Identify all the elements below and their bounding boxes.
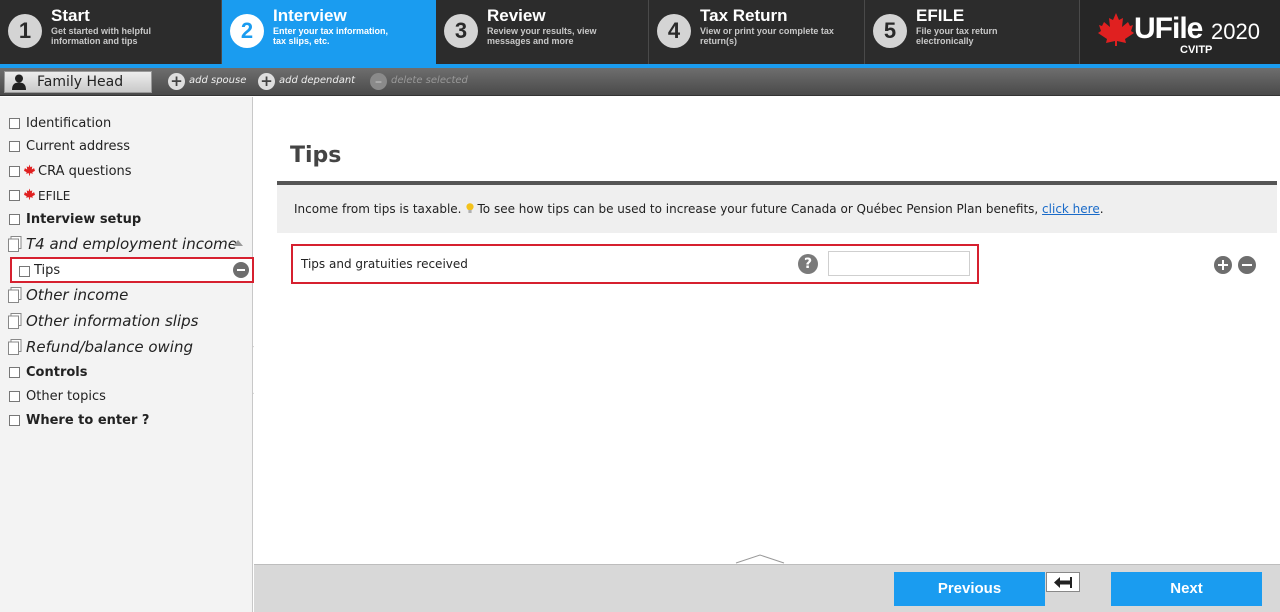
step-description: Enter your tax information, tax slips, e… [273,26,389,46]
step-review[interactable]: 3 Review Review your results, view messa… [436,0,649,64]
checkbox-icon [9,118,20,129]
back-button[interactable] [1046,572,1080,592]
maple-leaf-icon [24,188,35,200]
ufile-logo: UFile 2020 CVITP [1080,0,1280,64]
checkbox-icon [9,415,20,426]
step-title: Start [51,6,90,25]
checkbox-icon [19,266,30,277]
sidebar-item-label: T4 and employment income [26,235,237,253]
family-head-tab[interactable]: Family Head [4,71,152,93]
info-text-rest: To see how tips can be used to increase … [477,202,1039,216]
step-title: Interview [273,6,347,25]
remove-tips-icon[interactable] [233,262,249,278]
expand-panel-chevron-icon[interactable] [735,554,785,564]
add-spouse-label: add spouse [189,75,247,86]
remove-item-button[interactable] [1238,256,1256,274]
plus-icon: + [168,73,185,90]
step-description: Get started with helpful information and… [51,26,152,46]
info-text-end: . [1099,202,1104,216]
person-icon [12,74,26,90]
maple-leaf-icon [1098,13,1134,46]
document-stack-icon [8,236,22,252]
checkbox-icon [9,214,20,225]
step-title: Tax Return [700,6,788,25]
step-efile[interactable]: 5 EFILE File your tax return electronica… [865,0,1080,64]
checkbox-icon [9,166,20,177]
tips-gratuities-row: Tips and gratuities received ? [291,244,979,284]
step-number: 1 [8,14,42,48]
main-content: Tips Income from tips is taxable. To see … [254,97,1280,564]
step-description: Review your results, view messages and m… [487,26,597,46]
sidebar-item-label: Tips [34,263,61,278]
sidebar-item-label: Controls [26,365,88,380]
minus-icon: – [370,73,387,90]
family-head-label: Family Head [37,74,124,90]
step-tax-return[interactable]: 4 Tax Return View or print your complete… [649,0,865,64]
step-description: View or print your complete tax return(s… [700,26,834,46]
step-start[interactable]: 1 Start Get started with helpful informa… [0,0,222,64]
lightbulb-icon [465,203,474,213]
plus-icon: + [258,73,275,90]
sidebar-item-label: Other information slips [26,312,199,330]
document-stack-icon [8,339,22,355]
logo-edition: CVITP [1180,44,1213,56]
footer-navigation: Previous Next [254,564,1280,612]
checkbox-icon [9,190,20,201]
family-toolbar: Family Head + add spouse + add dependant… [0,68,1280,96]
sidebar-item-label: Interview setup [26,212,142,227]
help-icon[interactable]: ? [798,254,818,274]
maple-leaf-icon [24,164,35,176]
previous-button[interactable]: Previous [894,572,1045,606]
back-arrow-icon [1054,577,1072,588]
next-button[interactable]: Next [1111,572,1262,606]
sidebar-item-label: Where to enter ? [26,413,150,428]
document-stack-icon [8,313,22,329]
checkbox-icon [9,391,20,402]
sidebar-item-label: Other topics [26,389,106,404]
sidebar-item-label: CRA questions [38,164,132,179]
step-number: 2 [230,14,264,48]
sidebar-item-label: Current address [26,139,131,154]
page-title: Tips [290,143,342,168]
step-number: 4 [657,14,691,48]
logo-brand: UFile [1134,12,1203,45]
sidebar-item-label: EFILE [38,189,71,203]
tips-gratuities-input[interactable] [828,251,970,276]
add-dependant-label: add dependant [279,75,356,86]
logo-year: 2020 [1211,19,1260,44]
step-navigation-bar: 1 Start Get started with helpful informa… [0,0,1280,64]
step-title: Review [487,6,546,25]
sidebar-item-label: Other income [26,286,129,304]
sidebar-item-tips[interactable]: Tips [10,257,254,283]
info-text: Income from tips is taxable. To see how t… [294,202,1104,216]
step-number: 3 [444,14,478,48]
delete-selected-label: delete selected [391,75,468,86]
step-interview[interactable]: 2 Interview Enter your tax information, … [222,0,436,64]
document-stack-icon [8,287,22,303]
add-item-button[interactable] [1214,256,1232,274]
collapse-arrow-icon[interactable] [233,240,243,246]
checkbox-icon [9,141,20,152]
tips-gratuities-label: Tips and gratuities received [301,257,468,271]
step-description: File your tax return electronically [916,26,998,46]
step-title: EFILE [916,6,965,25]
click-here-link[interactable]: click here [1042,202,1100,216]
info-text-lead: Income from tips is taxable. [294,202,462,216]
step-number: 5 [873,14,907,48]
sidebar-item-label: Identification [26,116,112,131]
info-box: Income from tips is taxable. To see how t… [277,185,1277,233]
interview-sidebar: Identification Current address CRA quest… [0,97,254,612]
checkbox-icon [9,367,20,378]
sidebar-item-label: Refund/balance owing [26,338,193,356]
